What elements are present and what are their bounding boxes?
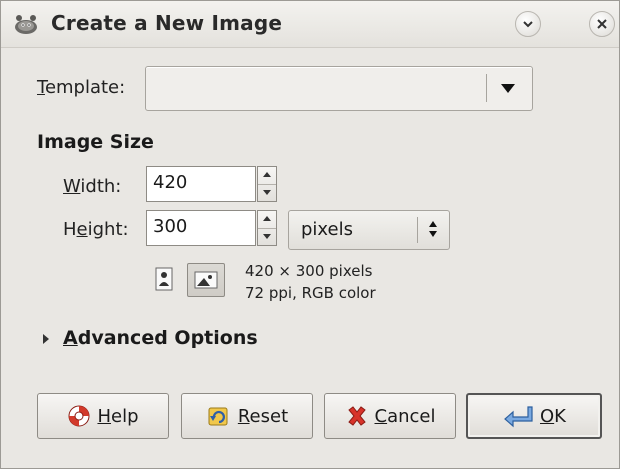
height-label: Height:	[63, 219, 129, 240]
width-decrement[interactable]	[258, 185, 276, 202]
cancel-button[interactable]: Cancel	[324, 393, 456, 439]
advanced-label-mnemonic: A	[63, 327, 78, 349]
units-combo[interactable]: pixels	[288, 210, 450, 250]
landscape-orientation-icon	[194, 271, 218, 289]
lifebuoy-icon	[68, 405, 90, 427]
width-label: Width:	[63, 176, 121, 197]
title-bar[interactable]: Create a New Image	[1, 1, 619, 48]
height-label-prefix: H	[63, 219, 77, 240]
cancel-mnemonic: C	[374, 405, 388, 427]
template-combo-separator	[486, 74, 487, 102]
width-label-text: idth:	[80, 176, 122, 197]
width-increment[interactable]	[258, 167, 276, 185]
template-combo[interactable]	[145, 66, 533, 111]
units-separator	[417, 217, 418, 243]
reset-label: Reset	[238, 406, 288, 427]
reset-icon	[208, 407, 228, 426]
image-size-info: 420 × 300 pixels	[245, 262, 373, 280]
advanced-label-text: dvanced Options	[77, 327, 258, 349]
ok-label-text: K	[554, 405, 566, 427]
arrow-up-icon	[263, 216, 271, 221]
reset-button[interactable]: Reset	[181, 393, 313, 439]
reset-label-text: eset	[249, 405, 289, 427]
help-label: Help	[97, 406, 138, 427]
cancel-label: Cancel	[375, 406, 436, 427]
close-icon	[597, 19, 607, 29]
height-label-mnemonic: e	[76, 219, 88, 240]
image-resolution-info: 72 ppi, RGB color	[245, 284, 376, 302]
help-button[interactable]: Help	[37, 393, 169, 439]
close-button[interactable]	[589, 11, 615, 37]
up-down-arrows-icon	[428, 221, 438, 239]
arrow-down-icon	[263, 234, 271, 239]
window-title: Create a New Image	[51, 11, 283, 35]
width-label-mnemonic: W	[63, 176, 81, 197]
cancel-label-text: ancel	[387, 405, 436, 427]
landscape-orientation-button[interactable]	[187, 263, 225, 297]
expander-arrow-icon[interactable]	[43, 334, 49, 344]
height-label-text: ight:	[87, 219, 129, 240]
new-image-dialog: Create a New Image Template: Image Size …	[0, 0, 620, 469]
arrow-down-icon	[263, 190, 271, 195]
chevron-down-icon	[523, 21, 533, 28]
ok-button[interactable]: OK	[466, 393, 602, 439]
arrow-up-icon	[263, 172, 271, 177]
ok-mnemonic: O	[540, 405, 555, 427]
width-spinner[interactable]	[257, 166, 277, 202]
advanced-options-expander[interactable]: Advanced Options	[63, 327, 258, 349]
help-label-text: elp	[111, 405, 139, 427]
image-size-heading: Image Size	[37, 131, 154, 153]
help-mnemonic: H	[97, 405, 112, 427]
height-increment[interactable]	[258, 211, 276, 229]
portrait-orientation-icon[interactable]	[154, 267, 174, 291]
enter-arrow-icon	[504, 406, 533, 428]
height-decrement[interactable]	[258, 229, 276, 246]
reset-mnemonic: R	[237, 405, 250, 427]
width-input[interactable]: 420	[146, 166, 256, 202]
dropdown-arrow-icon	[501, 84, 515, 93]
minimize-button[interactable]	[515, 11, 541, 37]
template-label-mnemonic: T	[37, 77, 45, 98]
cancel-x-icon	[347, 406, 366, 426]
height-input[interactable]: 300	[146, 210, 256, 246]
template-label-text: emplate:	[44, 77, 126, 98]
gimp-wilber-icon	[15, 15, 37, 34]
units-selected: pixels	[301, 219, 353, 240]
ok-label: OK	[540, 406, 566, 427]
template-label: Template:	[37, 77, 125, 98]
height-spinner[interactable]	[257, 210, 277, 246]
